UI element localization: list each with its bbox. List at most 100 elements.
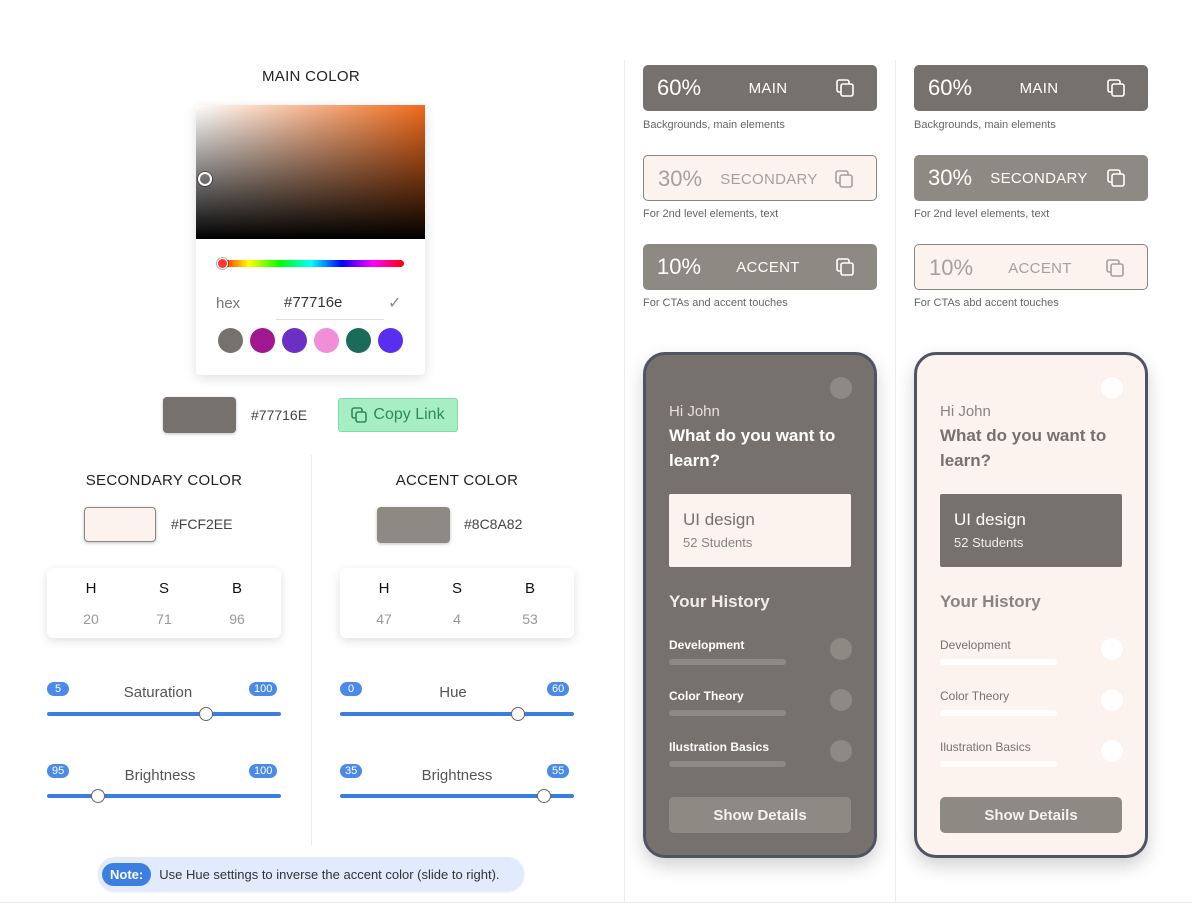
swatch-3[interactable] [314, 328, 339, 353]
divider-controls [311, 455, 312, 845]
b-value: 53 [522, 611, 538, 627]
role-card-secondary-right[interactable]: 30% SECONDARY [914, 155, 1148, 201]
history-dot[interactable] [1101, 689, 1123, 711]
question: What do you want to learn? [940, 426, 1107, 470]
history-item: Color Theory [940, 689, 1010, 703]
hue-bar[interactable] [218, 260, 404, 267]
phone-preview-left: Hi John What do you want to learn? UI de… [643, 352, 877, 858]
secondary-color-title: SECONDARY COLOR [85, 472, 243, 489]
progress-bar [669, 710, 786, 716]
accent-color-chip [377, 507, 450, 543]
phone-preview-right: Hi John What do you want to learn? UI de… [914, 352, 1148, 858]
hue-handle[interactable] [217, 258, 228, 269]
course-card[interactable]: UI design 52 Students [940, 494, 1122, 567]
main-color-chip [163, 397, 236, 433]
course-name: UI design [683, 510, 755, 529]
role-name: SECONDARY [990, 170, 1088, 187]
copy-icon[interactable] [1106, 78, 1126, 98]
history-title: Your History [940, 592, 1041, 611]
hue-track[interactable] [340, 712, 574, 716]
hue-thumb[interactable] [510, 707, 525, 721]
history-dot[interactable] [1101, 638, 1123, 660]
copy-icon[interactable] [1106, 168, 1126, 188]
role-pct: 30% [658, 166, 703, 191]
swatch-2[interactable] [282, 328, 307, 353]
secondary-brightness-track[interactable] [47, 794, 281, 798]
h-label: H [378, 580, 390, 597]
s-value: 71 [156, 611, 172, 627]
swatch-0[interactable] [218, 328, 243, 353]
hue-max: 60 [547, 682, 570, 696]
role-pct: 10% [657, 254, 702, 279]
history-item: Development [669, 638, 745, 652]
role-card-main-right[interactable]: 60% MAIN [914, 65, 1148, 111]
role-pct: 60% [657, 75, 702, 100]
history-item: Color Theory [669, 689, 744, 703]
role-name: ACCENT [1008, 260, 1072, 277]
copy-icon[interactable] [1105, 258, 1125, 278]
b-value: 96 [229, 611, 245, 627]
greeting: Hi John [940, 403, 991, 420]
copy-icon[interactable] [835, 78, 855, 98]
role-desc: For 2nd level elements, text [914, 208, 1050, 220]
hex-input[interactable]: #77716e [284, 294, 342, 311]
copy-icon[interactable] [834, 169, 854, 189]
history-dot[interactable] [830, 689, 852, 711]
avatar[interactable] [830, 377, 852, 399]
h-value: 47 [376, 611, 392, 627]
course-name: UI design [954, 510, 1026, 529]
accent-brightness-label: Brightness [421, 767, 493, 784]
h-label: H [85, 580, 97, 597]
history-dot[interactable] [830, 638, 852, 660]
progress-bar [669, 761, 786, 767]
role-desc: Backgrounds, main elements [643, 119, 785, 131]
swatch-4[interactable] [346, 328, 371, 353]
saturation-min: 5 [47, 682, 69, 696]
show-details-button[interactable]: Show Details [940, 797, 1122, 833]
accent-color-hex: #8C8A82 [464, 516, 523, 532]
question: What do you want to learn? [669, 426, 836, 470]
avatar[interactable] [1101, 377, 1123, 399]
secondary-brightness-thumb[interactable] [91, 789, 106, 803]
history-item: Ilustration Basics [669, 740, 770, 754]
history-item: Ilustration Basics [940, 740, 1031, 754]
swatch-5[interactable] [378, 328, 403, 353]
saturation-max: 100 [249, 682, 278, 696]
s-value: 4 [453, 611, 461, 627]
role-card-accent-left[interactable]: 10% ACCENT [643, 244, 877, 290]
secondary-hsb-panel: H S B 20 71 96 [47, 568, 281, 638]
copy-link-button[interactable]: Copy Link [338, 398, 458, 432]
b-label: B [231, 580, 242, 597]
progress-bar [669, 659, 786, 665]
note-banner: Note: Use Hue settings to inverse the ac… [98, 857, 524, 891]
swatch-1[interactable] [250, 328, 275, 353]
role-card-main-left[interactable]: 60% MAIN [643, 65, 877, 111]
saturation-label: Saturation [123, 684, 193, 701]
accent-brightness-thumb[interactable] [536, 789, 551, 803]
accent-hsb-panel: H S B 47 4 53 [340, 568, 574, 638]
check-icon[interactable]: ✓ [388, 293, 401, 313]
sv-handle[interactable] [198, 172, 212, 186]
divider-preview-right [895, 60, 896, 902]
b-label: B [524, 580, 535, 597]
role-card-secondary-left[interactable]: 30% SECONDARY [643, 155, 877, 201]
role-name: MAIN [1019, 80, 1059, 97]
saturation-brightness-area[interactable] [196, 105, 425, 239]
show-details-button[interactable]: Show Details [669, 797, 851, 833]
history-dot[interactable] [830, 740, 852, 762]
role-name: ACCENT [736, 259, 800, 276]
history-dot[interactable] [1101, 740, 1123, 762]
role-card-accent-right[interactable]: 10% ACCENT [914, 244, 1148, 290]
accent-color-title: ACCENT COLOR [395, 472, 519, 489]
progress-bar [940, 710, 1057, 716]
color-picker: hex #77716e ✓ [196, 105, 425, 375]
bottom-border [0, 902, 1192, 903]
secondary-color-chip [84, 507, 156, 542]
course-card[interactable]: UI design 52 Students [669, 494, 851, 567]
saturation-thumb[interactable] [199, 707, 214, 721]
copy-icon[interactable] [835, 257, 855, 277]
saturation-track[interactable] [47, 712, 281, 716]
secondary-brightness-min: 95 [47, 764, 70, 778]
course-students: 52 Students [954, 535, 1024, 550]
hue-label: Hue [439, 684, 467, 701]
